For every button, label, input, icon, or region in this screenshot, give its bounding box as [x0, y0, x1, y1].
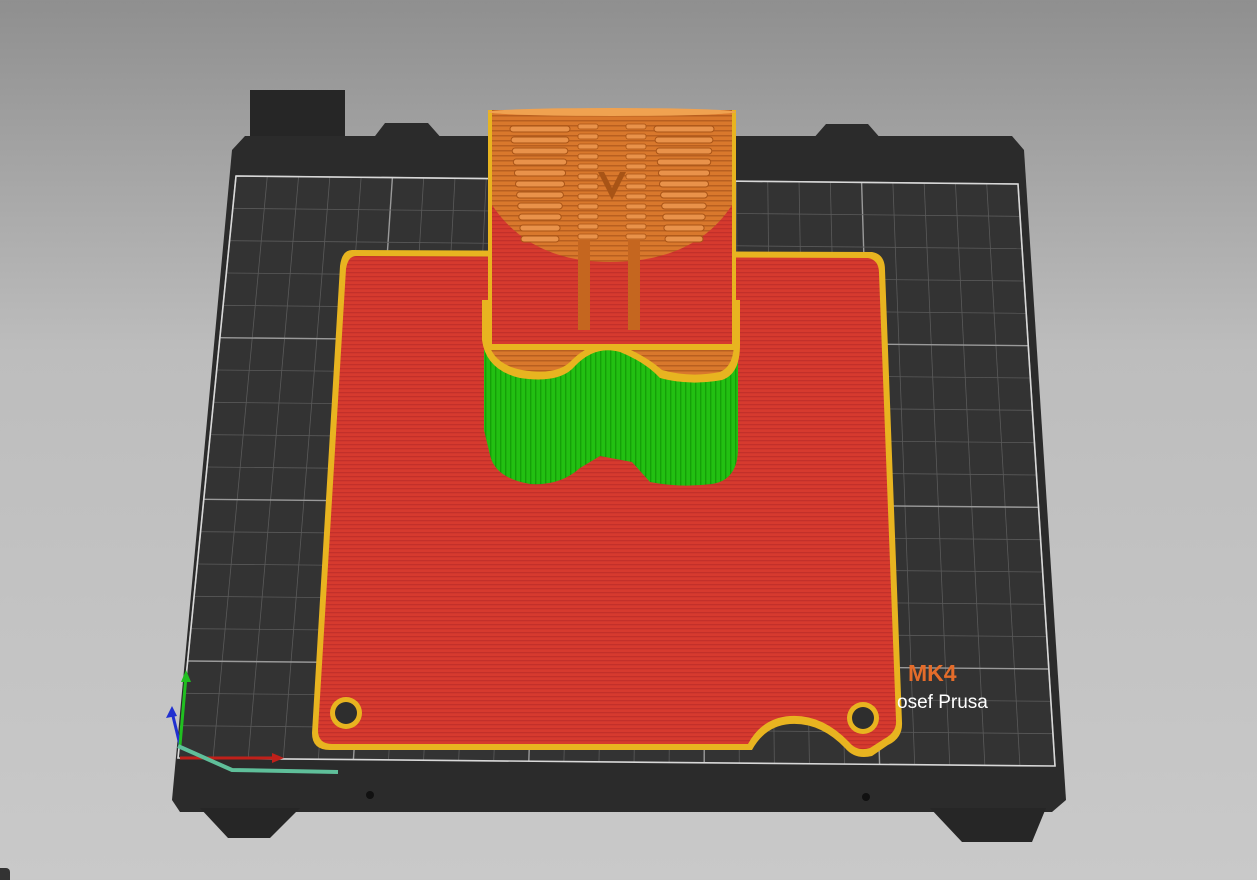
part-hole-left-inner [335, 702, 357, 724]
vent-slot [577, 193, 599, 200]
vent-rib [659, 180, 709, 188]
scene-canvas[interactable] [0, 0, 1257, 880]
vent-slot [625, 163, 647, 170]
vent-rib [656, 158, 712, 166]
vent-rib [654, 136, 714, 144]
vent-slot [577, 223, 599, 230]
bed-hole [366, 791, 374, 799]
vent-rib [663, 224, 705, 232]
vent-slot [625, 133, 647, 140]
vent-slot [625, 143, 647, 150]
vent-rib [510, 136, 570, 144]
vent-rib [516, 191, 564, 199]
vent-rib [520, 235, 560, 243]
vent-rib [660, 191, 708, 199]
bed-brand-label: osef Prusa [897, 692, 988, 713]
bed-bottom-tab-left [200, 808, 300, 838]
vent-slot [625, 223, 647, 230]
bed-model-label: MK4 [908, 660, 957, 686]
vent-slot [577, 233, 599, 240]
corner-handle[interactable] [0, 868, 10, 880]
vent-rib [661, 202, 707, 210]
vent-slot [577, 213, 599, 220]
vent-rib [518, 213, 562, 221]
vent-slot [625, 203, 647, 210]
vent-slot [577, 143, 599, 150]
vent-rib [655, 147, 713, 155]
vent-rib [517, 202, 563, 210]
vent-rib [653, 125, 715, 133]
vent-slot [625, 193, 647, 200]
vent-rib [512, 158, 568, 166]
vent-slot [625, 153, 647, 160]
vent-slot [577, 153, 599, 160]
bed-bottom-tab-right [930, 808, 1046, 842]
vent-slot [577, 163, 599, 170]
vent-rib [662, 213, 706, 221]
vent-slot [625, 123, 647, 130]
vent-rib [509, 125, 571, 133]
tower-top-rim [488, 108, 736, 116]
printed-part-tower [482, 108, 740, 383]
axis-z-arrow [166, 706, 177, 718]
vent-rib [664, 235, 704, 243]
vent-slot [625, 183, 647, 190]
tower-post-right [628, 240, 640, 330]
vent-slot [625, 173, 647, 180]
vent-slot [625, 233, 647, 240]
vent-slot [577, 173, 599, 180]
vent-rib [657, 169, 711, 177]
vent-slot [577, 203, 599, 210]
bed-hole [862, 793, 870, 801]
vent-rib [513, 169, 567, 177]
vent-slot [625, 213, 647, 220]
part-hole-right-inner [852, 707, 874, 729]
vent-slot [577, 183, 599, 190]
vent-slot [577, 133, 599, 140]
vent-slot [577, 123, 599, 130]
vent-rib [511, 147, 569, 155]
vent-rib [515, 180, 565, 188]
3d-viewport[interactable]: MK4 osef Prusa [0, 0, 1257, 880]
tower-post-left [578, 240, 590, 330]
vent-rib [519, 224, 561, 232]
